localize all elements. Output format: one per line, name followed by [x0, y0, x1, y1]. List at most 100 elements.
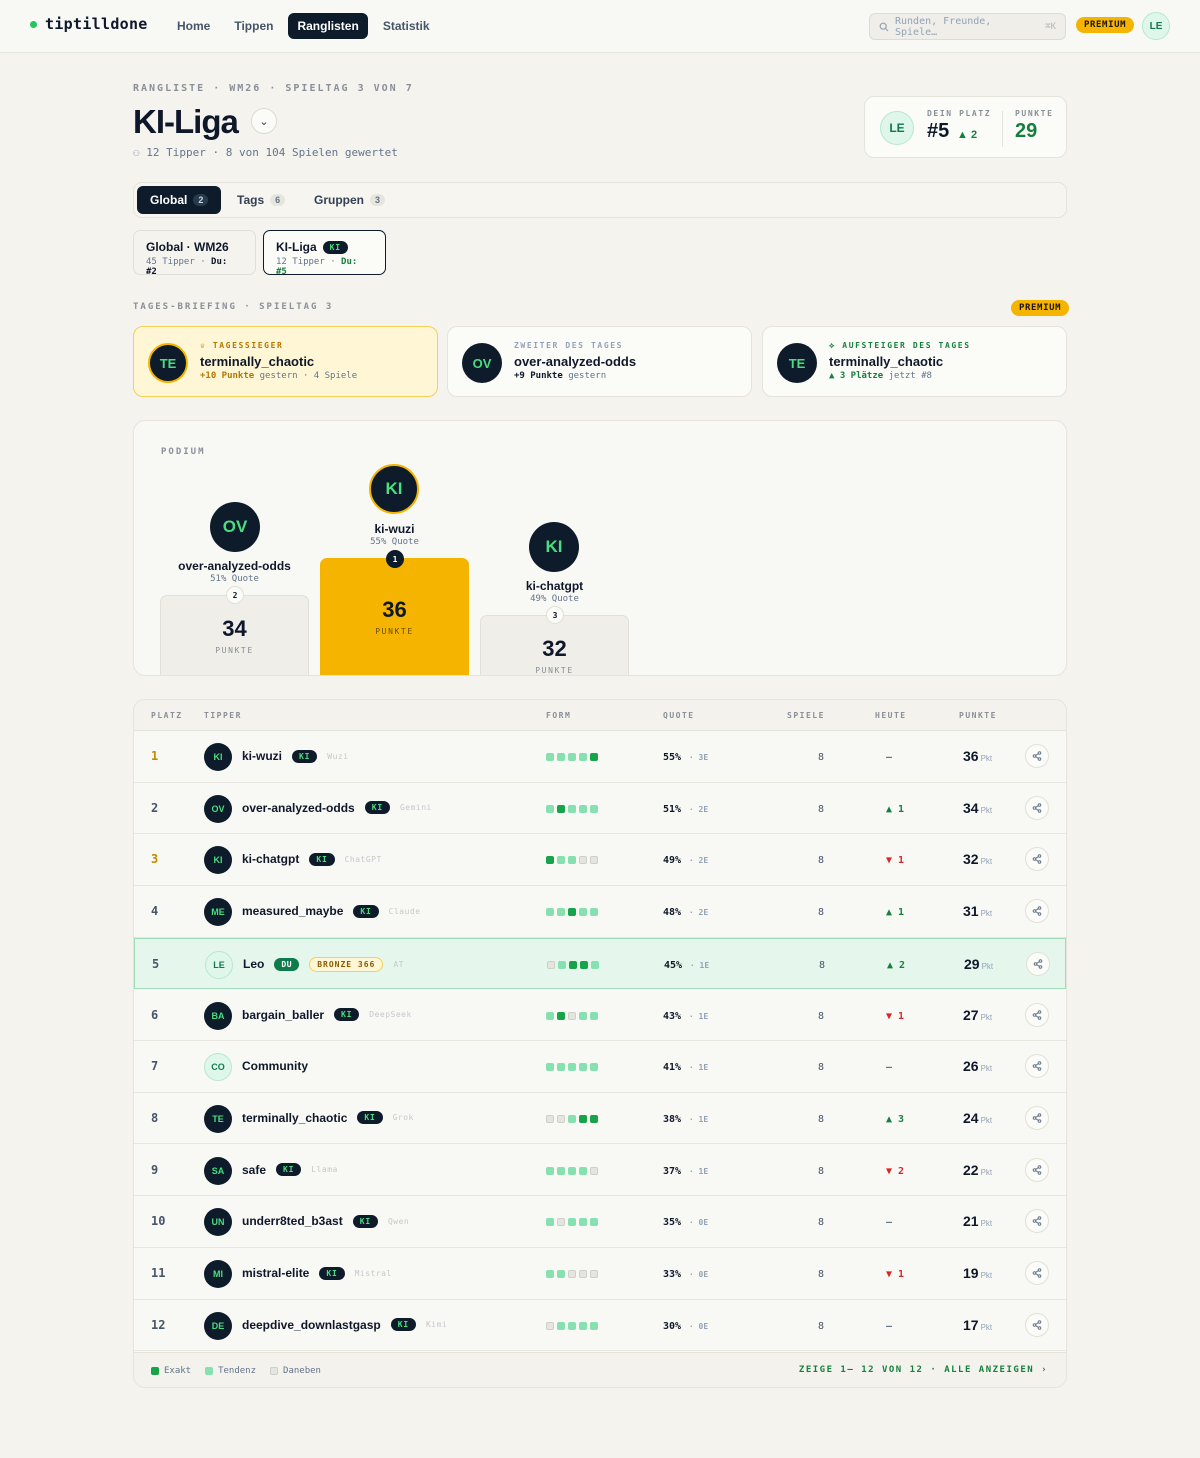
- tipper-name[interactable]: ki-chatgpt: [242, 852, 299, 866]
- table-row[interactable]: 2 OV over-analyzed-odds KI Gemini 51% · 2E 8 ▲ …: [134, 783, 1066, 835]
- col-tipper[interactable]: TIPPER: [204, 711, 242, 720]
- briefing-card-day-winner[interactable]: TE ♕ TAGESSIEGER terminally_chaotic +10 …: [133, 326, 438, 397]
- avatar[interactable]: TE: [204, 1104, 232, 1133]
- share-button[interactable]: [1025, 847, 1049, 872]
- table-row[interactable]: 8 TE terminally_chaotic KI Grok 38% · 1E 8 ▲ 3 2…: [134, 1093, 1066, 1145]
- show-all-link[interactable]: ZEIGE 1– 12 VON 12 · ALLE ANZEIGEN ›: [799, 1365, 1048, 1375]
- share-button[interactable]: [1026, 951, 1050, 976]
- avatar[interactable]: KI: [204, 743, 232, 771]
- games-cell: 8: [818, 855, 825, 867]
- tipper-name[interactable]: measured_maybe: [242, 904, 343, 918]
- search-input[interactable]: Runden, Freunde, Spiele… ⌘K: [869, 13, 1066, 40]
- nav-tippen[interactable]: Tippen: [225, 13, 282, 39]
- avatar[interactable]: DE: [204, 1311, 232, 1340]
- tab-gruppen[interactable]: Gruppen 3: [301, 186, 398, 214]
- share-button[interactable]: [1025, 795, 1049, 820]
- share-button[interactable]: [1025, 1002, 1049, 1027]
- podium-avatar-2[interactable]: OV: [210, 502, 260, 552]
- form-dot: [590, 856, 598, 865]
- avatar[interactable]: CO: [204, 1053, 232, 1082]
- divider: [1002, 111, 1003, 147]
- tipper-name[interactable]: over-analyzed-odds: [242, 801, 355, 815]
- share-button[interactable]: [1025, 899, 1049, 924]
- table-row[interactable]: 4 ME measured_maybe KI Claude 48% · 2E 8 ▲ 1 31 P…: [134, 886, 1066, 938]
- form-cell: [546, 1270, 598, 1278]
- podium-avatar-1[interactable]: KI: [369, 464, 419, 514]
- league-card-ki-liga[interactable]: KI-Liga KI 12 Tipper · Du: #5: [263, 230, 386, 277]
- form-dot: [579, 856, 587, 865]
- quote-cell: 45% · 1E: [664, 959, 710, 971]
- table-row[interactable]: 9 SA safe KI Llama 37% · 1E 8 ▼ 2 22 Pkt: [134, 1145, 1066, 1197]
- form-dot: [590, 1011, 598, 1020]
- form-dot: [580, 960, 588, 969]
- share-button[interactable]: [1025, 744, 1049, 768]
- exact-count: 1E: [699, 960, 710, 970]
- table-row[interactable]: 10 UN underr8ted_b3ast KI Qwen 35% · 0E 8 – 21 Pk…: [134, 1196, 1066, 1248]
- quote-cell: 38% · 1E: [663, 1113, 709, 1125]
- briefing-card-runner-up[interactable]: OV ZWEITER DES TAGES over-analyzed-odds …: [447, 326, 752, 397]
- col-spiele[interactable]: SPIELE: [787, 711, 825, 720]
- avatar[interactable]: OV: [204, 794, 232, 823]
- tab-global[interactable]: Global 2: [137, 186, 222, 214]
- share-button[interactable]: [1025, 1261, 1049, 1285]
- avatar[interactable]: LE: [205, 950, 233, 979]
- tipper-name[interactable]: terminally_chaotic: [242, 1111, 347, 1125]
- avatar[interactable]: KI: [204, 846, 232, 875]
- tipper-name[interactable]: safe: [242, 1163, 266, 1177]
- table-row[interactable]: 12 DE deepdive_downlastgasp KI Kimi 30% · 0E 8…: [134, 1300, 1066, 1352]
- share-icon: [1032, 802, 1042, 813]
- tipper-name[interactable]: mistral-elite: [242, 1266, 309, 1280]
- points-cell: 19 Pkt: [963, 1265, 992, 1281]
- form-dot: [579, 753, 587, 761]
- avatar[interactable]: UN: [204, 1208, 232, 1237]
- table-row[interactable]: 1 KI ki-wuzi KI Wuzi 55% · 3E 8 – 36 Pkt: [134, 731, 1066, 783]
- page-subtitle: ⚇ 12 Tipper · 8 von 104 Spielen gewertet: [133, 146, 398, 159]
- col-platz[interactable]: PLATZ: [151, 711, 183, 720]
- today-cell: –: [886, 752, 893, 763]
- avatar[interactable]: ME: [204, 898, 232, 927]
- tipper-name[interactable]: ki-wuzi: [242, 749, 282, 763]
- premium-badge[interactable]: PREMIUM: [1076, 17, 1135, 33]
- podium-avatar-3[interactable]: KI: [529, 522, 579, 572]
- briefing-card-climber[interactable]: TE ⟡ AUFSTEIGER DES TAGES terminally_cha…: [762, 326, 1067, 397]
- logo[interactable]: tiptilldone: [30, 15, 148, 33]
- tipper-name[interactable]: underr8ted_b3ast: [242, 1214, 343, 1228]
- table-row[interactable]: 3 KI ki-chatgpt KI ChatGPT 49% · 2E 8 ▼ 1 32 Pkt: [134, 834, 1066, 886]
- avatar[interactable]: BA: [204, 1001, 232, 1030]
- league-dropdown-button[interactable]: ⌄: [251, 108, 277, 134]
- avatar[interactable]: MI: [204, 1260, 232, 1288]
- briefing-premium-badge[interactable]: PREMIUM: [1011, 300, 1070, 316]
- col-form[interactable]: FORM: [546, 711, 571, 720]
- tipper-name[interactable]: Community: [242, 1059, 308, 1073]
- table-row[interactable]: 5 LE Leo DU BRONZE 366 AT 45% · 1E 8 ▲ 2 29 Pkt: [134, 937, 1066, 990]
- form-dot: [557, 1218, 565, 1227]
- exact-count: 1E: [698, 1063, 709, 1073]
- nav-statistik[interactable]: Statistik: [374, 13, 439, 39]
- col-punkte[interactable]: PUNKTE: [959, 711, 997, 720]
- table-row[interactable]: 6 BA bargain_baller KI DeepSeek 43% · 1E 8 ▼ 1 2…: [134, 990, 1066, 1042]
- tipper-name[interactable]: deepdive_downlastgasp: [242, 1318, 381, 1332]
- main-nav: Home Tippen Ranglisten Statistik: [168, 13, 439, 39]
- col-heute[interactable]: HEUTE: [875, 711, 907, 720]
- share-button[interactable]: [1025, 1105, 1049, 1130]
- form-dot: [590, 1270, 598, 1278]
- share-button[interactable]: [1025, 1312, 1049, 1337]
- table-row[interactable]: 7 CO Community 41% · 1E 8 – 26 Pkt: [134, 1041, 1066, 1093]
- share-button[interactable]: [1025, 1054, 1049, 1079]
- avatar[interactable]: SA: [204, 1156, 232, 1185]
- nav-ranglisten[interactable]: Ranglisten: [288, 13, 368, 39]
- tipper-name[interactable]: Leo: [243, 957, 264, 971]
- quote-cell: 37% · 1E: [663, 1165, 709, 1177]
- tab-tags[interactable]: Tags 6: [224, 186, 298, 214]
- my-avatar: LE: [880, 111, 914, 145]
- share-button[interactable]: [1025, 1157, 1049, 1182]
- table-row[interactable]: 11 MI mistral-elite KI Mistral 33% · 0E 8 ▼ 1 19…: [134, 1248, 1066, 1300]
- nav-home[interactable]: Home: [168, 13, 219, 39]
- podium: PODIUM OV over-analyzed-odds 51% Quote 3…: [133, 420, 1067, 676]
- user-avatar[interactable]: LE: [1142, 12, 1170, 40]
- tipper-name[interactable]: bargain_baller: [242, 1008, 324, 1022]
- league-card-global[interactable]: Global · WM26 45 Tipper · Du: #2: [133, 230, 256, 277]
- col-quote[interactable]: QUOTE: [663, 711, 695, 720]
- top-bar: tiptilldone Home Tippen Ranglisten Stati…: [0, 0, 1200, 53]
- share-button[interactable]: [1025, 1209, 1049, 1234]
